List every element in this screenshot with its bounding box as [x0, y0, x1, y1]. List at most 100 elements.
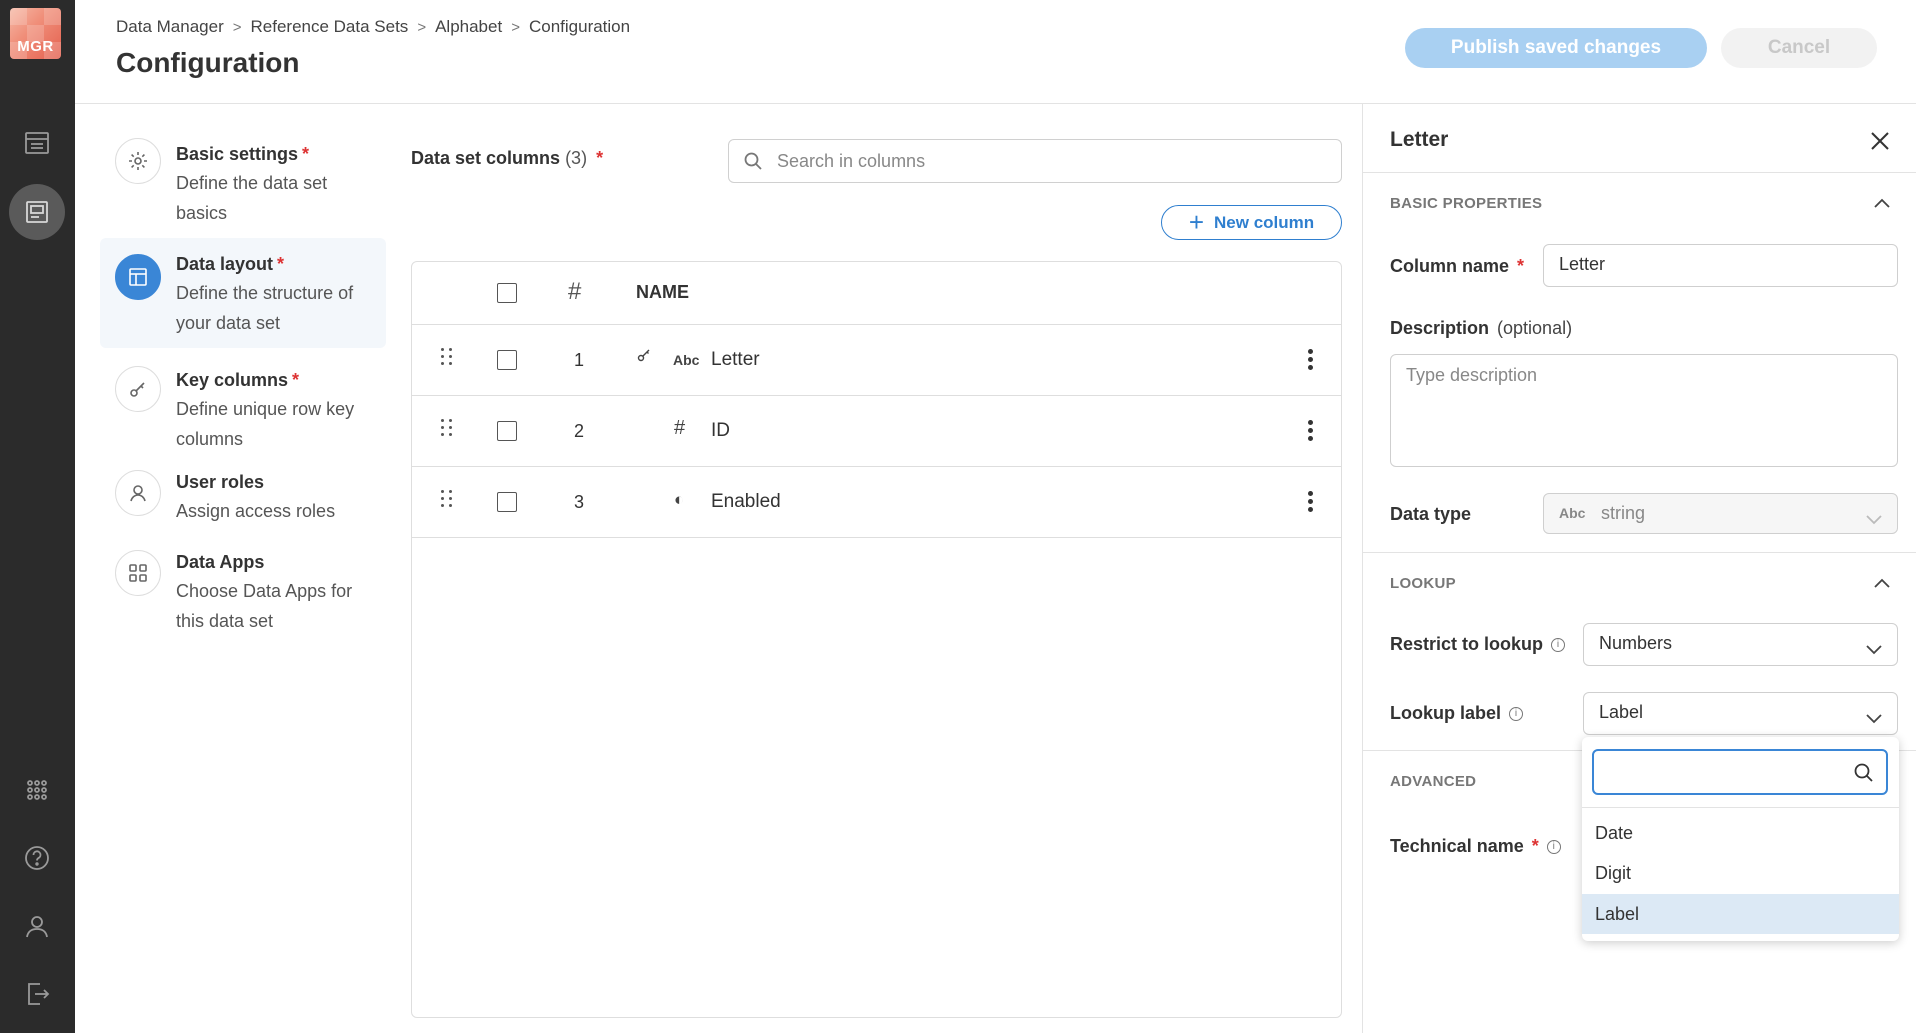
- select-all-checkbox[interactable]: [497, 283, 517, 303]
- cancel-button[interactable]: Cancel: [1721, 28, 1877, 68]
- restrict-to-lookup-select[interactable]: Numbers: [1583, 623, 1898, 666]
- dropdown-option-label[interactable]: Label: [1582, 894, 1899, 934]
- lookup-label-dropdown: Date Digit Label: [1582, 737, 1899, 941]
- new-column-button[interactable]: + New column: [1161, 205, 1342, 240]
- column-search[interactable]: [728, 139, 1342, 183]
- step-key-columns[interactable]: Key columns * Define unique row key colum…: [100, 356, 386, 462]
- info-icon[interactable]: i: [1509, 706, 1524, 721]
- data-type-value: string: [1601, 503, 1646, 523]
- dropdown-option-digit[interactable]: Digit: [1582, 853, 1899, 893]
- breadcrumb-reference-data-sets[interactable]: Reference Data Sets: [251, 17, 409, 37]
- step-data-apps[interactable]: Data Apps Choose Data Apps for this data…: [100, 550, 386, 656]
- app-logo[interactable]: MGR: [10, 8, 61, 59]
- column-name: ID: [711, 420, 730, 441]
- columns-table: # NAME 1 Abc Letter 2 # ID 3 ◐ Enabled: [411, 261, 1342, 1018]
- breadcrumb-configuration: Configuration: [528, 17, 631, 36]
- advanced-section[interactable]: ADVANCED: [1390, 773, 1476, 790]
- step-desc: Choose Data Apps for this data set: [176, 581, 353, 631]
- table-row[interactable]: 3 ◐ Enabled: [412, 467, 1341, 538]
- rail-apps-grid-icon[interactable]: [9, 762, 65, 818]
- dropdown-search-input[interactable]: [1604, 751, 1844, 793]
- rail-reference-data-icon[interactable]: [9, 184, 65, 240]
- chevron-down-icon: [1865, 708, 1883, 724]
- rail-data-sets-icon[interactable]: [9, 115, 65, 171]
- chevron-up-icon[interactable]: [1873, 576, 1891, 588]
- table-header: # NAME: [412, 262, 1341, 325]
- breadcrumb: Data Manager > Reference Data Sets > Alp…: [116, 17, 630, 37]
- publish-button[interactable]: Publish saved changes: [1405, 28, 1707, 68]
- search-icon: [744, 152, 762, 170]
- drag-handle-icon[interactable]: [441, 419, 455, 441]
- step-basic-settings[interactable]: Basic settings * Define the data set basi…: [100, 124, 386, 230]
- app-rail: MGR: [0, 0, 75, 1033]
- column-name-input[interactable]: Letter: [1543, 244, 1898, 287]
- required-mark: *: [596, 148, 604, 168]
- page-title: Configuration: [116, 47, 300, 78]
- info-icon[interactable]: i: [1546, 839, 1561, 854]
- step-desc: Define the data set basics: [176, 173, 328, 223]
- close-icon[interactable]: [1869, 130, 1891, 152]
- lookup-section[interactable]: LOOKUP: [1390, 575, 1456, 592]
- data-type-select: Abc string: [1543, 493, 1898, 534]
- row-number: 2: [574, 421, 585, 441]
- drag-handle-icon[interactable]: [441, 490, 455, 512]
- row-checkbox[interactable]: [497, 350, 517, 370]
- lookup-label-value: Label: [1599, 702, 1644, 722]
- new-column-label: New column: [1214, 212, 1315, 232]
- key-icon: [636, 347, 652, 367]
- step-user-roles[interactable]: User roles Assign access roles: [100, 470, 386, 542]
- string-type-icon: Abc: [1559, 505, 1586, 521]
- row-checkbox[interactable]: [497, 421, 517, 441]
- drag-handle-icon[interactable]: [441, 348, 455, 370]
- breadcrumb-separator-icon: >: [511, 18, 520, 36]
- dropdown-option-date[interactable]: Date: [1582, 813, 1899, 853]
- key-icon: [115, 366, 161, 412]
- chevron-down-icon: [1865, 639, 1883, 655]
- dropdown-search[interactable]: [1592, 749, 1888, 795]
- columns-title-text: Data set columns: [411, 148, 561, 168]
- rail-user-icon[interactable]: [9, 898, 65, 954]
- table-row[interactable]: 1 Abc Letter: [412, 325, 1341, 396]
- rail-logout-icon[interactable]: [9, 966, 65, 1022]
- lookup-label-label: Lookup label i: [1390, 703, 1524, 724]
- data-type-label: Data type: [1390, 504, 1472, 524]
- columns-count: (3): [565, 148, 588, 168]
- breadcrumb-separator-icon: >: [232, 18, 242, 36]
- breadcrumb-data-manager[interactable]: Data Manager: [116, 17, 224, 37]
- logo-text: MGR: [17, 38, 54, 55]
- step-desc: Define the structure of your data set: [176, 283, 354, 333]
- row-menu-icon[interactable]: [1308, 491, 1314, 513]
- row-checkbox[interactable]: [497, 492, 517, 512]
- step-title: User roles: [176, 472, 265, 492]
- search-input[interactable]: [777, 140, 1317, 182]
- user-icon: [115, 470, 161, 516]
- restrict-value: Numbers: [1599, 633, 1673, 653]
- chevron-up-icon[interactable]: [1873, 196, 1891, 208]
- technical-name-label: Technical name * i: [1390, 836, 1561, 857]
- table-row[interactable]: 2 # ID: [412, 396, 1341, 467]
- rail-help-icon[interactable]: [9, 830, 65, 886]
- column-name: Letter: [711, 349, 760, 370]
- basic-properties-section[interactable]: BASIC PROPERTIES: [1390, 195, 1542, 212]
- step-title: Data layout: [176, 254, 274, 274]
- lookup-label-select[interactable]: Label: [1583, 692, 1898, 735]
- step-desc: Define unique row key columns: [176, 399, 355, 449]
- row-menu-icon[interactable]: [1308, 420, 1314, 442]
- row-number: 3: [574, 492, 585, 512]
- row-menu-icon[interactable]: [1308, 349, 1314, 371]
- number-type-icon: #: [674, 417, 686, 439]
- step-title: Basic settings: [176, 144, 299, 164]
- column-name-value: Letter: [1559, 254, 1606, 274]
- description-label: Description (optional): [1390, 318, 1573, 338]
- step-data-layout[interactable]: Data layout * Define the structure of you…: [100, 238, 386, 348]
- step-title: Data Apps: [176, 552, 265, 572]
- description-textarea[interactable]: [1390, 354, 1898, 467]
- header-name[interactable]: NAME: [636, 282, 689, 303]
- apps-icon: [115, 550, 161, 596]
- breadcrumb-alphabet[interactable]: Alphabet: [435, 17, 502, 37]
- breadcrumb-separator-icon: >: [417, 18, 427, 36]
- column-name: Enabled: [711, 491, 781, 512]
- info-icon[interactable]: i: [1551, 637, 1566, 652]
- row-number: 1: [574, 350, 585, 370]
- panel-title: Letter: [1390, 128, 1449, 151]
